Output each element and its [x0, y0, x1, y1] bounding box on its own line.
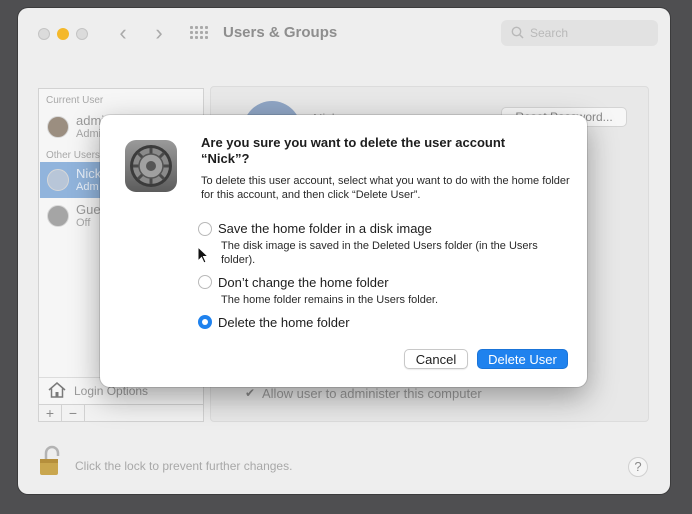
cancel-button[interactable]: Cancel — [404, 349, 468, 369]
lock-status-text: Click the lock to prevent further change… — [75, 459, 293, 473]
avatar — [47, 205, 69, 227]
show-all-grid-icon[interactable] — [190, 26, 208, 40]
title-bar: ‹ › Users & Groups Search — [18, 8, 670, 58]
help-button[interactable]: ? — [628, 457, 648, 477]
add-user-button[interactable]: + — [39, 405, 62, 421]
zoom-window-button[interactable] — [76, 28, 88, 40]
system-preferences-gear-icon — [125, 140, 177, 192]
delete-user-dialog: Are you sure you want to delete the user… — [100, 115, 587, 387]
house-icon — [48, 382, 66, 398]
user-role: Adm — [76, 181, 99, 193]
search-placeholder: Search — [530, 26, 569, 40]
user-name: Nick — [76, 166, 102, 181]
option-save-disk-image-description: The disk image is saved in the Deleted U… — [221, 240, 538, 266]
minimize-window-button[interactable] — [57, 28, 69, 40]
window-title: Users & Groups — [223, 24, 338, 41]
radio-delete-home-folder[interactable] — [198, 315, 212, 329]
allow-admin-checkbox[interactable]: ✔ — [245, 387, 258, 400]
option-dont-change-folder-label[interactable]: Don’t change the home folder — [218, 275, 389, 290]
close-window-button[interactable] — [38, 28, 50, 40]
forward-chevron-icon[interactable]: › — [148, 22, 170, 44]
add-remove-bar: + − — [38, 404, 204, 422]
delete-user-button[interactable]: Delete User — [477, 349, 568, 369]
dialog-message: To delete this user account, select what… — [201, 175, 570, 201]
option-save-disk-image-label[interactable]: Save the home folder in a disk image — [218, 221, 432, 236]
current-user-header: Current User — [46, 95, 104, 106]
radio-save-disk-image[interactable] — [198, 222, 212, 236]
option-dont-change-folder-description: The home folder remains in the Users fol… — [221, 294, 439, 306]
dialog-title: Are you sure you want to delete the user… — [201, 135, 506, 166]
user-status: Off — [76, 217, 91, 229]
avatar — [47, 169, 69, 191]
user-role: Admi — [76, 128, 102, 140]
lock-icon[interactable] — [38, 444, 64, 478]
back-chevron-icon[interactable]: ‹ — [112, 22, 134, 44]
other-users-header: Other Users — [46, 150, 100, 161]
avatar — [47, 116, 69, 138]
option-delete-home-folder-label[interactable]: Delete the home folder — [218, 315, 350, 330]
allow-admin-label: Allow user to administer this computer — [262, 386, 482, 401]
search-field[interactable]: Search — [501, 20, 658, 46]
remove-user-button[interactable]: − — [62, 405, 85, 421]
mouse-pointer-icon — [197, 246, 209, 264]
radio-dont-change-folder[interactable] — [198, 275, 212, 289]
search-icon — [511, 26, 524, 39]
